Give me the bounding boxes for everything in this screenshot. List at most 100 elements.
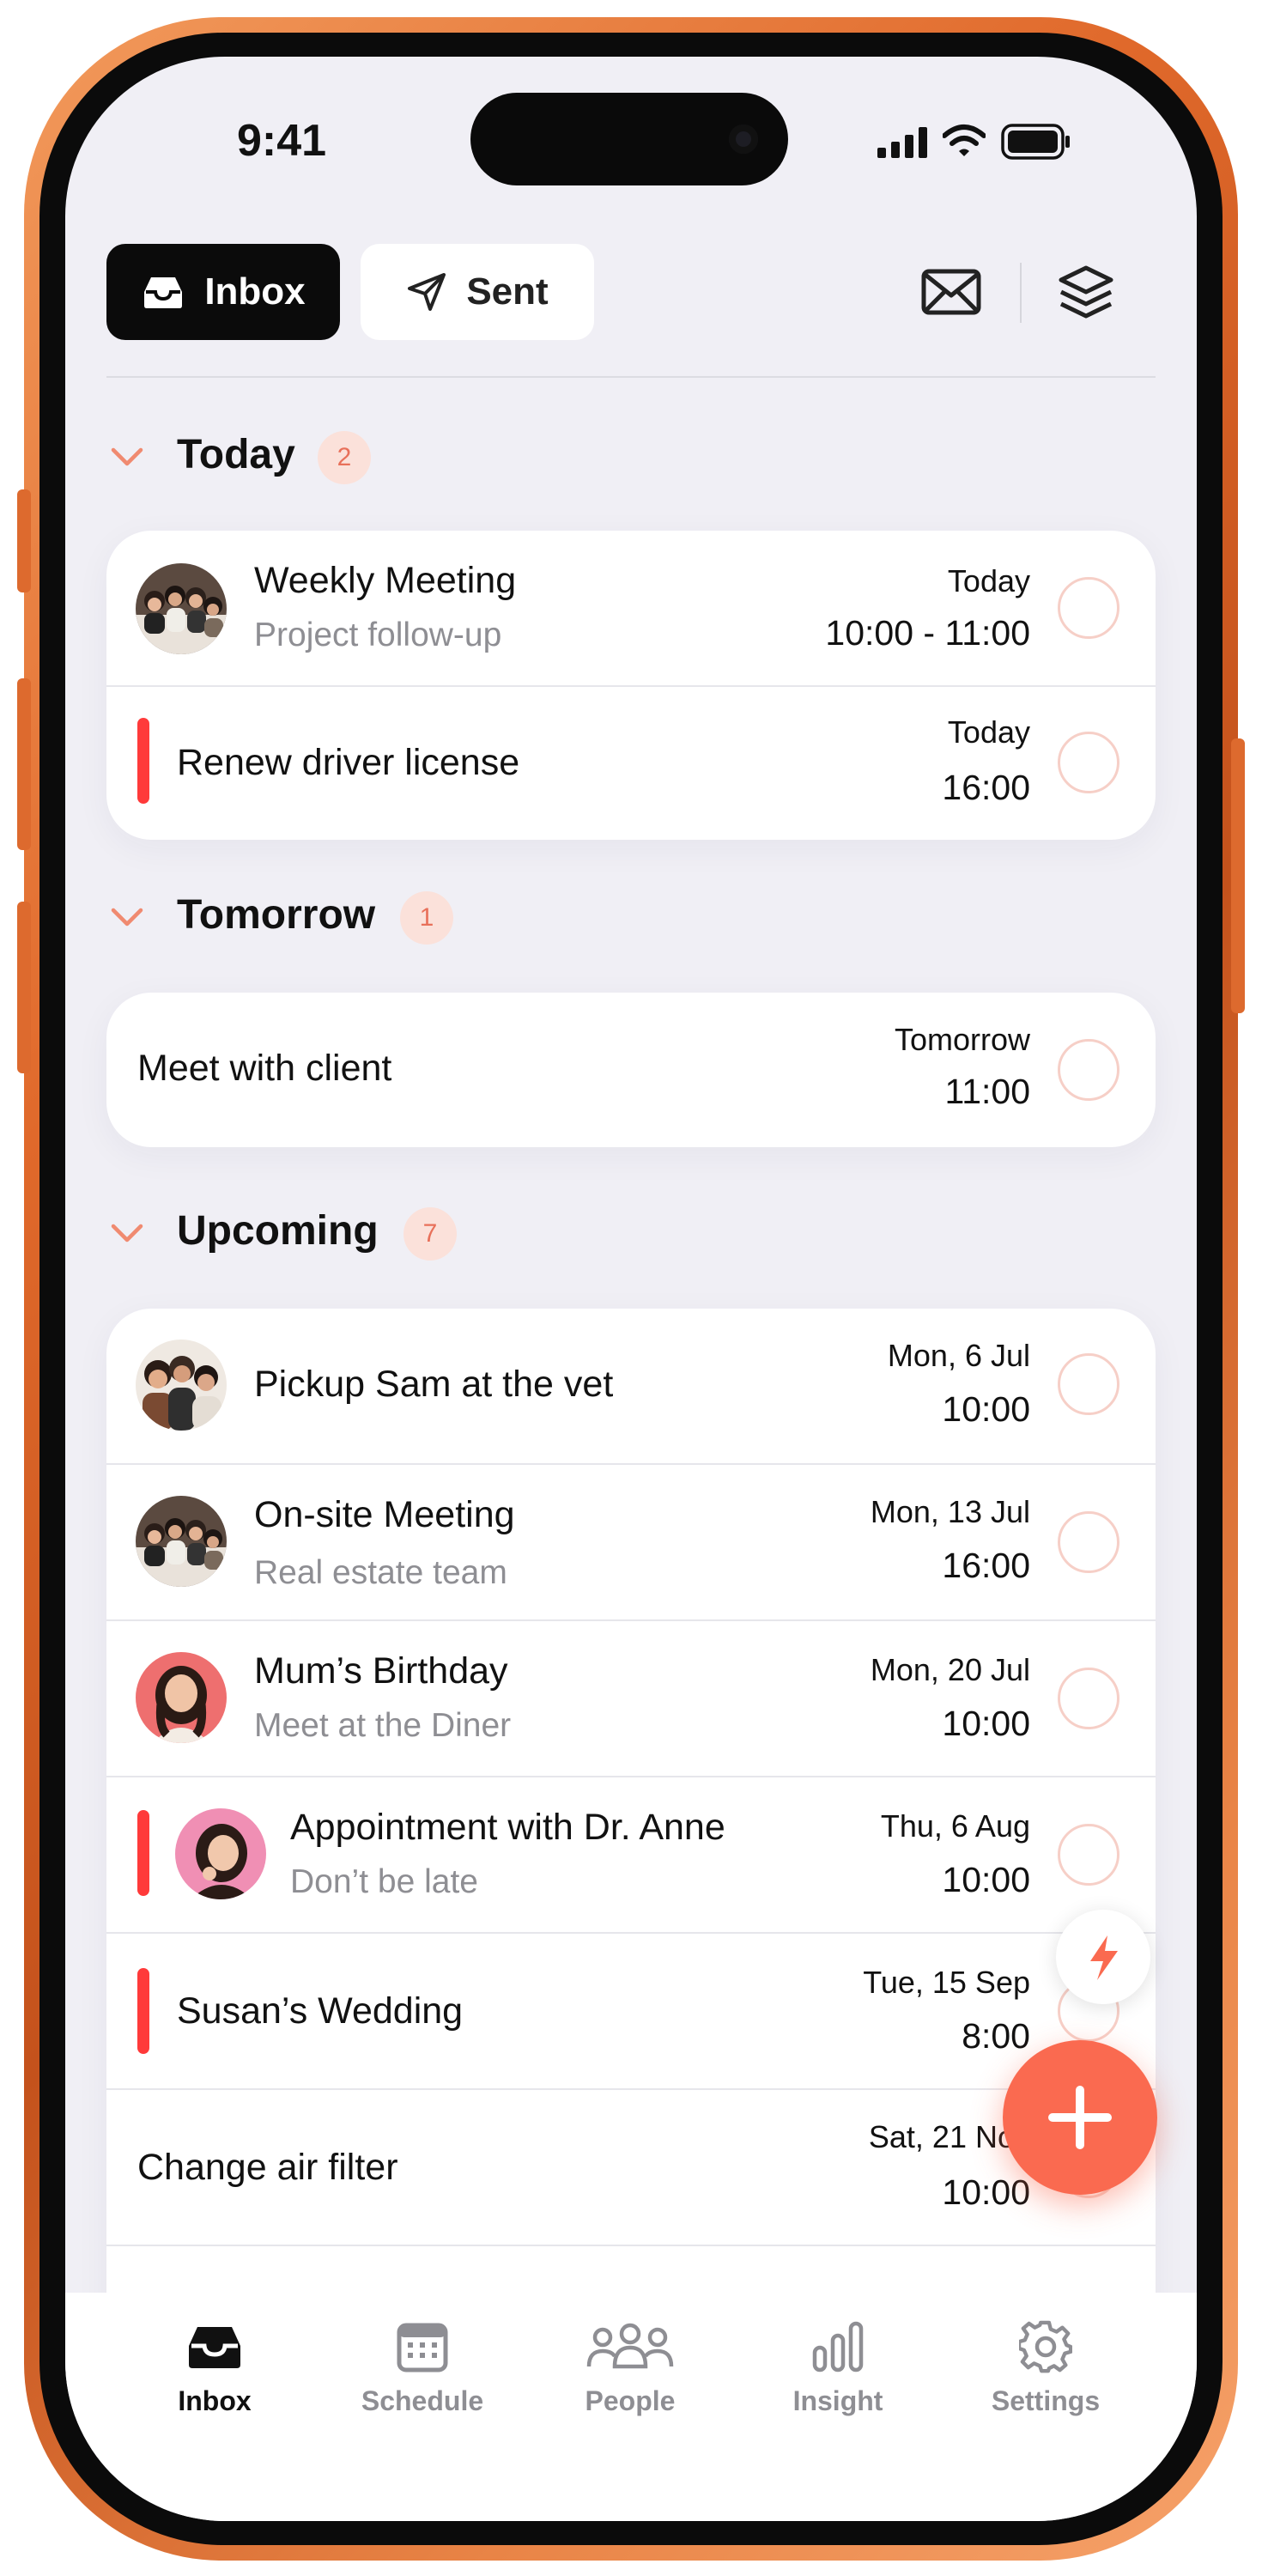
task-day: Mon, 13 Jul bbox=[870, 1494, 1030, 1529]
battery-icon bbox=[1001, 124, 1070, 160]
section-title-tomorrow: Tomorrow bbox=[177, 892, 376, 938]
task-day: Today bbox=[947, 714, 1030, 750]
people-icon bbox=[586, 2323, 674, 2369]
task-day: Tomorrow bbox=[894, 1022, 1030, 1057]
avatar bbox=[175, 1808, 266, 1899]
chevron-down-icon[interactable] bbox=[108, 438, 146, 476]
task-time: 10:00 bbox=[942, 1704, 1030, 1743]
inbox-segment-button[interactable]: Inbox bbox=[106, 244, 340, 340]
chevron-down-icon[interactable] bbox=[108, 1214, 146, 1252]
sent-segment-label: Sent bbox=[466, 270, 549, 313]
add-task-button[interactable] bbox=[1003, 2040, 1157, 2195]
header-divider bbox=[1020, 263, 1022, 323]
status-time: 9:41 bbox=[237, 116, 327, 166]
power-button bbox=[1231, 738, 1245, 1013]
task-time: 10:00 bbox=[942, 1389, 1030, 1429]
tab-settings[interactable]: Settings bbox=[968, 2320, 1123, 2417]
avatar bbox=[136, 1340, 227, 1431]
task-row[interactable]: Susan’s Wedding Tue, 15 Sep 8:00 bbox=[106, 1934, 1156, 2088]
upcoming-card: Pickup Sam at the vet Mon, 6 Jul 10:00 O… bbox=[106, 1309, 1156, 2339]
task-checkbox[interactable] bbox=[1058, 577, 1119, 639]
inbox-segment-label: Inbox bbox=[204, 270, 306, 313]
woman-portrait-red-image bbox=[136, 1652, 227, 1743]
priority-indicator bbox=[137, 718, 149, 804]
task-subtitle: Don’t be late bbox=[290, 1863, 478, 1900]
tab-label: People bbox=[585, 2385, 676, 2416]
woman-portrait-pink-image bbox=[175, 1808, 266, 1899]
task-title: Change air filter bbox=[137, 2147, 398, 2188]
row-divider bbox=[106, 2245, 1156, 2246]
section-count-badge: 2 bbox=[318, 431, 371, 484]
action-button bbox=[17, 489, 31, 592]
task-title: On-site Meeting bbox=[254, 1494, 515, 1535]
task-checkbox[interactable] bbox=[1058, 1353, 1119, 1415]
task-checkbox[interactable] bbox=[1058, 1668, 1119, 1729]
plus-icon bbox=[1048, 2086, 1112, 2149]
quick-action-button[interactable] bbox=[1056, 1910, 1150, 2004]
task-checkbox[interactable] bbox=[1058, 732, 1119, 793]
tab-schedule[interactable]: Schedule bbox=[345, 2320, 500, 2417]
task-subtitle: Real estate team bbox=[254, 1554, 507, 1591]
tomorrow-card: Meet with client Tomorrow 11:00 bbox=[106, 993, 1156, 1147]
group-photo-image bbox=[136, 563, 227, 654]
group-photo-image bbox=[136, 1496, 227, 1587]
front-camera bbox=[729, 125, 758, 154]
tab-label: Insight bbox=[792, 2385, 883, 2416]
task-row[interactable]: Appointment with Dr. Anne Don’t be late … bbox=[106, 1777, 1156, 1932]
paper-plane-icon bbox=[408, 273, 446, 311]
task-row[interactable]: Mum’s Birthday Meet at the Diner Mon, 20… bbox=[106, 1621, 1156, 1776]
task-checkbox[interactable] bbox=[1058, 1511, 1119, 1573]
task-day: Thu, 6 Aug bbox=[880, 1808, 1030, 1844]
task-time: 16:00 bbox=[942, 768, 1030, 807]
task-time: 16:00 bbox=[942, 1546, 1030, 1585]
calendar-icon bbox=[397, 2323, 448, 2372]
sent-segment-button[interactable]: Sent bbox=[361, 244, 594, 340]
tab-people[interactable]: People bbox=[553, 2320, 707, 2417]
bar-chart-icon bbox=[812, 2321, 864, 2372]
task-subtitle: Meet at the Diner bbox=[254, 1707, 512, 1744]
task-title: Meet with client bbox=[137, 1048, 392, 1089]
section-title-today: Today bbox=[177, 432, 295, 477]
inbox-tray-icon bbox=[144, 277, 183, 308]
volume-up-button bbox=[17, 678, 31, 850]
priority-indicator bbox=[137, 1810, 149, 1896]
layers-icon[interactable] bbox=[1056, 263, 1116, 323]
priority-indicator bbox=[137, 1968, 149, 2054]
task-row[interactable]: Pickup Sam at the vet Mon, 6 Jul 10:00 bbox=[106, 1309, 1156, 1463]
tab-label: Schedule bbox=[361, 2385, 484, 2416]
today-card: Weekly Meeting Project follow-up Today 1… bbox=[106, 531, 1156, 840]
task-title: Appointment with Dr. Anne bbox=[290, 1807, 725, 1848]
task-time: 10:00 bbox=[942, 1860, 1030, 1899]
avatar bbox=[136, 1496, 227, 1587]
tab-inbox[interactable]: Inbox bbox=[137, 2320, 292, 2417]
family-photo-image bbox=[136, 1340, 227, 1431]
mail-icon[interactable] bbox=[920, 266, 982, 318]
avatar bbox=[136, 1652, 227, 1743]
task-subtitle: Project follow-up bbox=[254, 617, 502, 653]
section-count-badge: 7 bbox=[403, 1207, 457, 1261]
task-row[interactable]: Change air filter Sat, 21 Nov 10:00 bbox=[106, 2090, 1156, 2245]
task-time: 10:00 - 11:00 bbox=[825, 613, 1030, 653]
task-day: Mon, 20 Jul bbox=[870, 1652, 1030, 1687]
inbox-tray-icon bbox=[189, 2327, 240, 2368]
lightning-icon bbox=[1090, 1935, 1118, 1980]
volume-down-button bbox=[17, 902, 31, 1073]
avatar bbox=[136, 563, 227, 654]
wifi-icon bbox=[943, 125, 986, 156]
section-count-badge: 1 bbox=[400, 891, 453, 945]
task-checkbox[interactable] bbox=[1058, 1824, 1119, 1886]
tab-label: Inbox bbox=[178, 2385, 252, 2416]
task-row[interactable]: Renew driver license Today 16:00 bbox=[106, 687, 1156, 840]
gear-icon bbox=[1019, 2320, 1072, 2373]
task-checkbox[interactable] bbox=[1058, 1039, 1119, 1101]
task-row[interactable]: Weekly Meeting Project follow-up Today 1… bbox=[106, 531, 1156, 685]
screen: 9:41 Inbox Sent Today 2 Weekly Meeting P… bbox=[65, 57, 1197, 2521]
tab-insight[interactable]: Insight bbox=[761, 2320, 915, 2417]
chevron-down-icon[interactable] bbox=[108, 898, 146, 936]
header-separator bbox=[106, 376, 1156, 378]
task-row[interactable]: On-site Meeting Real estate team Mon, 13… bbox=[106, 1465, 1156, 1619]
task-row[interactable]: Meet with client Tomorrow 11:00 bbox=[106, 993, 1156, 1147]
task-time: 11:00 bbox=[944, 1072, 1030, 1111]
task-day: Mon, 6 Jul bbox=[887, 1338, 1030, 1373]
tab-label: Settings bbox=[991, 2385, 1101, 2416]
